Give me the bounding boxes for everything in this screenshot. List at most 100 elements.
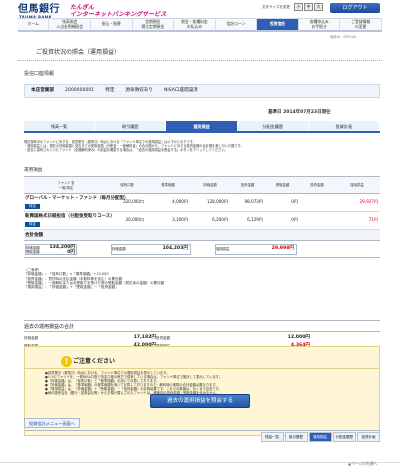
nav-loan[interactable]: 信託ローン (216, 19, 258, 30)
account-type: 特定 (105, 88, 115, 94)
bottom-tab-distribution-history[interactable]: 分配金履歴 (332, 431, 356, 442)
past-invested-label: 投資金額 (156, 335, 170, 340)
font-size-label: 文字サイズを変更 (262, 5, 290, 9)
total-invested-value: 134,200円 0円 (49, 244, 75, 256)
service-line-2: インターネットバンキングサービス (70, 11, 167, 18)
bottom-tab-investment-plan[interactable]: 投資計画 (357, 431, 380, 442)
page-bottom-divider (0, 462, 400, 474)
calculation-reference: （ご参考） 「評価金額」：「保有口数」×「基準価額」÷10,000 「投資金額」… (24, 268, 380, 289)
total-pl-value: 29,998円 (271, 246, 294, 252)
page-top-link[interactable]: ▲ページの先頭へ (348, 461, 377, 467)
past-pl-button[interactable]: 過去の運用損益を照会する (150, 394, 250, 408)
base-date: 基準日 2014年07月23日現在 (268, 110, 331, 115)
bottom-tab-transaction-history[interactable]: 取引履歴 (284, 431, 308, 442)
nav-cell: 3,100円 (172, 217, 188, 223)
received-cell: 0円 (291, 199, 298, 205)
past-line: 評価金額 17,182円 投資金額 12,000円 (24, 334, 380, 342)
fund-column-header: ファンド名 一般/特定 (24, 181, 108, 190)
nav-time-deposit[interactable]: 定期預金 積立定期預金 (133, 19, 175, 30)
global-navigation: ホーム 残高照会 入出金明細照会 振込・振替 定期預金 積立定期預金 税金・各種… (18, 18, 383, 32)
total-title: 合計金額 (24, 230, 380, 241)
invested-sub-header: 投資金額 (310, 183, 324, 187)
valuation-cell: 6,200円 (212, 217, 228, 223)
nav-cell: 4,000円 (172, 199, 188, 205)
page-title: ご投資状況の照会（運用損益） (36, 49, 121, 56)
past-valuation-label: 評価金額 (24, 335, 38, 340)
past-invested-value: 12,000円 (287, 335, 310, 341)
notice-title: ! ご注意ください (25, 355, 379, 369)
fund-name[interactable]: 新興国株式日経投信（分配金受取りコース） (25, 214, 115, 219)
fund-name-cell: グローバル・マーケット・ファンド（毎月分配型） 特定 (24, 196, 128, 209)
units-cell: 320,000口 (122, 199, 144, 205)
invested-cell: 6,129円 (247, 217, 263, 223)
past-pl-title: 過去の運用損益の合計 (24, 320, 380, 332)
profit-loss-table: ファンド名 一般/特定 保有口数 基準価額 評価金額 投資金額 受取金額 投資金… (24, 176, 380, 258)
fund-header-label: ファンド名 (57, 180, 75, 185)
fund-name-cell: 新興国株式日経投信（分配金受取りコース） 特定 (24, 214, 115, 227)
total-pl-label: 運用損益 (216, 246, 230, 251)
notice-body: ●前営業日（基準日）時点における、ファンド単位での運用損益を表示しています。 ●… (45, 371, 367, 395)
table-header: ファンド名 一般/特定 保有口数 基準価額 評価金額 投資金額 受取金額 投資金… (24, 177, 380, 194)
fund-header-sub: 一般/特定 (58, 185, 74, 190)
nav-balance[interactable]: 残高照会 入出金明細照会 (49, 19, 91, 30)
valuation-cell: 128,000円 (206, 199, 228, 205)
received-cell: 0円 (291, 217, 298, 223)
font-small-button[interactable]: 小 (294, 3, 303, 11)
investment-pl-page: 但馬銀行 TAJIMA BANK たんぎん インターネットバンキングサービス 文… (0, 0, 400, 474)
font-large-button[interactable]: 大 (314, 3, 323, 11)
total-pl-box: 運用損益 29,998円 (215, 243, 297, 255)
total-invested-labels: 評価金額 受取金額 (26, 245, 40, 254)
account-summary: 本店営業部 2000000001 特定 源泉徴収あり NISA口座開設済 (24, 84, 380, 98)
nav-investment-trust[interactable]: 投資信託 (257, 19, 299, 30)
investment-menu-link[interactable]: 投資信託メニュー画面へ (24, 418, 80, 428)
tab-profit-loss[interactable]: 運用損益 (166, 121, 238, 131)
tab-investment-plan[interactable]: 投資計画 (309, 121, 381, 131)
service-name: たんぎん インターネットバンキングサービス (70, 4, 166, 18)
account-tax-status: 源泉徴収あり (125, 88, 153, 94)
explanation-line: ・過去に保有されていたファンド（全額解約済み）の損益を確認する場合は、「過去の運… (24, 148, 228, 152)
nav-header: 基準価額 (161, 183, 175, 187)
screen-id: 画面ID：BPR106 (330, 35, 357, 39)
nav-home[interactable]: ホーム (18, 19, 50, 30)
account-nisa-status: NISA口座開設済 (164, 88, 198, 94)
title-divider (18, 60, 382, 61)
notice-title-text: ご注意ください (73, 358, 116, 365)
nav-registration[interactable]: ご登録情報 の変更 (340, 19, 383, 30)
invested-header: 投資金額 (240, 183, 255, 187)
bottom-tabs: 残高一覧 取引履歴 運用損益 分配金履歴 投資計画 (25, 430, 380, 442)
tab-distribution-history[interactable]: 分配金履歴 (238, 121, 309, 131)
fund-kind-badge: 特定 (25, 221, 40, 227)
table-row: グローバル・マーケット・ファンド（毎月分配型） 特定 320,000口 4,00… (24, 194, 380, 212)
units-cell: 20,000口 (125, 217, 144, 223)
total-valuation-box: 評価金額 104,203円 (111, 243, 191, 255)
font-medium-button[interactable]: 中 (304, 3, 313, 11)
received-header: 受取金額 (275, 183, 290, 187)
fund-kind-badge: 特定 (25, 203, 40, 209)
nav-payment[interactable]: 税金・各種料金 の払込み (174, 19, 216, 30)
total-invested-box: 評価金額 受取金額 134,200円 0円 (25, 243, 77, 256)
service-line-1: たんぎん (70, 4, 95, 11)
tab-transaction-history[interactable]: 取引履歴 (95, 121, 167, 131)
tab-balance-list[interactable]: 残高一覧 (24, 121, 96, 131)
formula-line: 「運用損益」：「評価金額」＋「受取金額」－「投資金額」 (24, 285, 119, 290)
pl-explanation: 現在保有中のファンドに対する、前営業日（基準日）時点における「ファンド単位での運… (24, 140, 380, 152)
nav-transfer[interactable]: 振込・振替 (91, 19, 133, 30)
investment-tabs: 残高一覧 取引履歴 運用損益 分配金履歴 投資計画 (24, 121, 381, 133)
units-header: 保有口数 (120, 183, 134, 187)
total-row: 評価金額 受取金額 134,200円 0円 評価金額 104,203円 運用損益… (24, 241, 380, 258)
pl-header: 運用損益 (350, 183, 364, 187)
pl-cell: 71円 (368, 217, 378, 223)
past-valuation-value: 17,182円 (133, 335, 156, 341)
total-valuation-value: 104,203円 (162, 246, 188, 252)
account-branch: 本店営業部 (31, 88, 54, 94)
nav-applications[interactable]: 各種申込み お手続き (299, 19, 341, 30)
account-number: 2000000001 (64, 88, 95, 94)
bottom-tab-profit-loss[interactable]: 運用損益 (308, 431, 332, 442)
bottom-tab-balance-list[interactable]: 残高一覧 (260, 431, 284, 442)
pl-cell: 29,927円 (359, 199, 378, 205)
valuation-header: 評価金額 (203, 183, 217, 187)
holdings-title: 運用損益 (24, 168, 43, 173)
table-row: 新興国株式日経投信（分配金受取りコース） 特定 20,000口 3,100円 6… (24, 212, 380, 230)
invested-cell: 98,073円 (244, 199, 263, 205)
logout-button[interactable]: ログアウト (330, 3, 380, 13)
